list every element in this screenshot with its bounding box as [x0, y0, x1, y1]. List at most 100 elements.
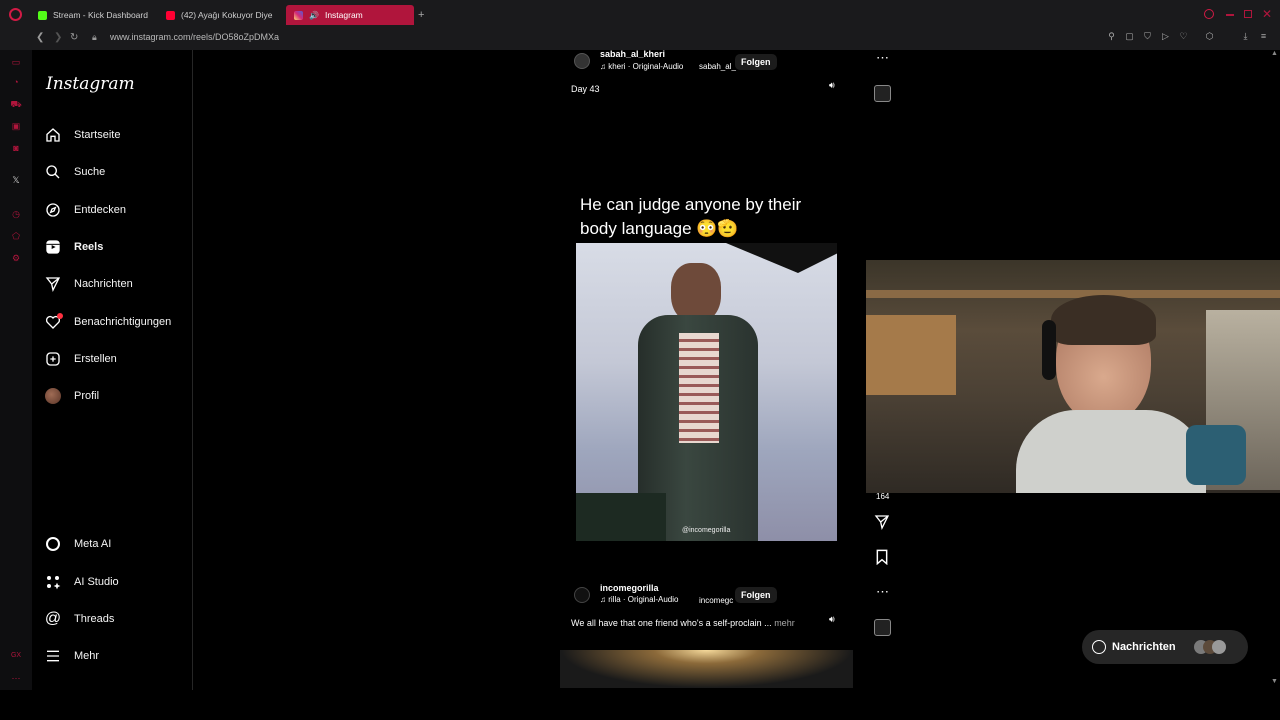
search-icon — [44, 163, 62, 181]
shield-icon[interactable]: ⛉ — [1142, 31, 1153, 42]
sidebar-item-threads[interactable]: @ Threads — [44, 607, 114, 631]
reel2-follow-button[interactable]: Folgen — [735, 587, 777, 603]
extensions-icon[interactable]: ⬡ — [1204, 31, 1215, 42]
history-icon[interactable]: ◔ — [10, 76, 22, 88]
reel1-audio-thumb[interactable] — [874, 85, 891, 102]
reload-icon[interactable]: ↻ — [70, 32, 78, 43]
sidebar-item-label: Erstellen — [74, 353, 117, 365]
video-table — [576, 493, 666, 541]
snapshot-icon[interactable]: ▢ — [1124, 31, 1135, 42]
sidebar-item-erstellen[interactable]: Erstellen — [44, 347, 117, 371]
webcam-blue-bag — [1186, 425, 1246, 485]
messenger-icon[interactable]: ◙ — [10, 142, 22, 154]
share-icon[interactable] — [874, 514, 890, 535]
reel1-more-icon[interactable]: ⋯ — [876, 50, 889, 66]
reel1-audio[interactable]: ♫ kheri · Original-Audio — [600, 62, 683, 71]
restore-icon[interactable] — [1244, 10, 1252, 18]
reels-icon — [44, 238, 62, 256]
plus-square-icon — [44, 350, 62, 368]
minimize-icon[interactable] — [1226, 14, 1234, 16]
sidebar-item-ai-studio[interactable]: AI Studio — [44, 570, 119, 594]
reel2-avatar[interactable] — [574, 587, 590, 603]
reel1-audio-extra: sabah_al_ — [699, 62, 736, 71]
settings-icon[interactable]: ⚙ — [10, 252, 22, 264]
sidebar-item-label: Profil — [74, 390, 100, 402]
save-icon[interactable] — [875, 549, 889, 570]
sidebar-item-suche[interactable]: Suche — [44, 160, 105, 184]
opera-logo-icon[interactable] — [9, 8, 22, 21]
webcam-headphones — [1042, 320, 1056, 380]
download-icon[interactable]: ⤓ — [1240, 31, 1251, 42]
music-note-icon: ♫ — [600, 595, 609, 604]
bag-icon[interactable]: ⛟ — [10, 98, 22, 110]
reel2-audio-label: rilla · Original-Audio — [608, 595, 679, 604]
pin-icon[interactable]: ⚲ — [1106, 31, 1117, 42]
reel1-avatar[interactable] — [574, 53, 590, 69]
gx-icon[interactable]: GX — [10, 650, 22, 662]
reel2-overlay-text: He can judge anyone by their body langua… — [580, 195, 802, 238]
instagram-logo[interactable]: Instagram — [46, 74, 135, 94]
reel2-caption-text: We all have that one friend who's a self… — [571, 618, 772, 628]
sidebar-item-label: Reels — [74, 241, 104, 253]
instagram-icon — [294, 10, 303, 20]
reel1-follow-button[interactable]: Folgen — [735, 54, 777, 70]
sidebar-item-label: Meta AI — [74, 538, 112, 550]
tab-instagram[interactable]: 🔊 Instagram — [286, 5, 414, 25]
new-tab-button[interactable]: + — [418, 9, 424, 21]
reel2-username[interactable]: incomegorilla — [600, 583, 659, 593]
reel2-like-count: 164 — [876, 492, 890, 501]
threads-icon: @ — [44, 610, 62, 627]
reel1-username[interactable]: sabah_al_kheri — [600, 49, 665, 59]
sidebar-item-label: Startseite — [74, 129, 121, 141]
twitch-icon[interactable]: ▣ — [10, 120, 22, 132]
meta-ai-icon — [44, 535, 62, 553]
sidebar-item-mehr[interactable]: Mehr — [44, 644, 99, 668]
sidebar-item-meta-ai[interactable]: Meta AI — [44, 532, 111, 556]
reel2-watermark: @incomegorilla — [682, 527, 731, 534]
forward-icon[interactable]: ❯ — [54, 32, 62, 43]
search-tabs-icon[interactable] — [1204, 9, 1214, 19]
scrollbar-up-icon[interactable]: ▲ — [1271, 50, 1278, 57]
sidebar-item-label: Mehr — [74, 650, 100, 662]
sidebar-item-entdecken[interactable]: Entdecken — [44, 198, 126, 222]
tab-label: Instagram — [324, 10, 363, 20]
sidebar-item-profil[interactable]: Profil — [44, 384, 99, 408]
pinboard-icon[interactable]: ⬠ — [10, 230, 22, 242]
menu-lines-icon[interactable]: ≡ — [1258, 31, 1269, 42]
sidebar-item-nachrichten[interactable]: Nachrichten — [44, 272, 133, 296]
webcam-person-hoodie — [1016, 410, 1206, 493]
sidebar-item-label: Nachrichten — [74, 278, 133, 290]
reel1-audio-label: kheri · Original-Audio — [608, 62, 684, 71]
reel2-mute-icon[interactable]: 🔊︎ — [829, 614, 835, 625]
close-icon[interactable]: ✕ — [1262, 7, 1272, 21]
reel2-more-link[interactable]: mehr — [774, 618, 795, 628]
play-icon[interactable]: ▷ — [1160, 31, 1171, 42]
heart-outline-icon[interactable]: ♡ — [1178, 31, 1189, 42]
webcam-overlay — [866, 260, 1280, 493]
speaker-icon: 🔊 — [309, 10, 319, 20]
reel2-audio-thumb[interactable] — [874, 619, 891, 636]
more-dots-icon[interactable]: ⋯ — [10, 672, 22, 684]
back-icon[interactable]: ❮ — [36, 32, 44, 43]
reel2-more-icon[interactable]: ⋯ — [876, 584, 889, 600]
sidebar-item-benachrichtigungen[interactable]: Benachrichtigungen — [44, 310, 171, 334]
reel2-audio[interactable]: ♫ rilla · Original-Audio — [600, 595, 678, 604]
tab-youtube[interactable]: (42) Ayağı Kokuyor Diye — [158, 5, 286, 25]
mute-icon[interactable]: 🔊︎ — [829, 80, 835, 91]
webcam-shelf — [866, 290, 1280, 298]
webcam-person-hair — [1051, 295, 1156, 345]
url-field[interactable]: www.instagram.com/reels/DO58oZpDMXa — [110, 31, 279, 43]
next-reel-preview[interactable] — [560, 650, 853, 688]
sidebar-item-startseite[interactable]: Startseite — [44, 123, 120, 147]
workspaces-icon[interactable]: ▭ — [10, 56, 22, 68]
scrollbar-down-icon[interactable]: ▼ — [1271, 678, 1278, 685]
reel2-video[interactable]: @incomegorilla — [576, 243, 837, 541]
clock-icon[interactable]: ◷ — [10, 208, 22, 220]
messages-pill[interactable]: Nachrichten — [1082, 630, 1248, 664]
sidebar-item-reels[interactable]: Reels — [44, 235, 103, 259]
tab-kick[interactable]: Stream - Kick Dashboard — [30, 5, 158, 25]
music-note-icon: ♫ — [600, 62, 609, 71]
reel2-caption: We all have that one friend who's a self… — [571, 618, 795, 628]
sidebar-item-label: AI Studio — [74, 576, 119, 588]
x-icon[interactable]: 𝕏 — [10, 174, 22, 186]
